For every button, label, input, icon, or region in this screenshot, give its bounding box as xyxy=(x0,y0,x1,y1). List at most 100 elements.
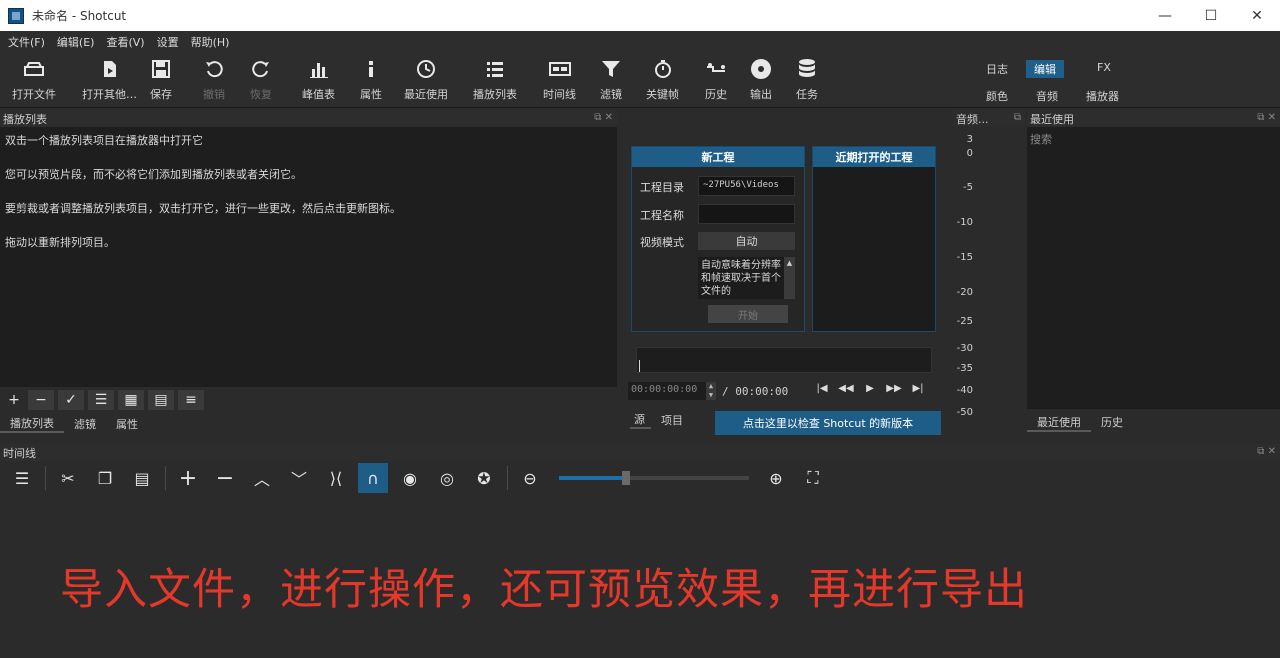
playlist-panel: 播放列表 ⧉ ✕ 双击一个播放列表项目在播放器中打开它 您可以预览片段，而不必将… xyxy=(0,110,617,435)
ripple-target-icon[interactable]: ◎ xyxy=(432,463,462,493)
meter-scale-label: -25 xyxy=(956,316,973,327)
zoom-slider-fill xyxy=(559,476,626,480)
layout-player[interactable]: 播放器 xyxy=(1086,88,1119,104)
tab-project[interactable]: 项目 xyxy=(651,412,693,428)
tab-source[interactable]: 源 xyxy=(630,411,651,429)
position-timecode-field[interactable]: 00:00:00:00 xyxy=(628,382,706,400)
panel-float-close-controls[interactable]: ⧉ xyxy=(1014,112,1021,123)
layout-logging[interactable]: 日志 xyxy=(986,61,1008,77)
tab-filters[interactable]: 滤镜 xyxy=(64,416,106,432)
project-name-field[interactable] xyxy=(698,204,795,224)
panel-float-close-controls[interactable]: ⧉ ✕ xyxy=(1257,112,1276,123)
overwrite-down-icon[interactable]: ﹀ xyxy=(284,463,314,493)
timeline-menu-icon[interactable]: ☰ xyxy=(7,463,37,493)
menu-file[interactable]: 文件(F) xyxy=(8,34,45,50)
scrub-eye-icon[interactable]: ◉ xyxy=(395,463,425,493)
maximize-button[interactable]: ☐ xyxy=(1188,0,1234,31)
filters-button[interactable]: 滤镜 xyxy=(600,58,622,102)
audio-meter-title: 音频... xyxy=(956,112,989,126)
remove-minus-icon[interactable]: − xyxy=(210,463,240,493)
jobs-button[interactable]: 任务 xyxy=(796,58,818,102)
play-icon[interactable]: ▶ xyxy=(858,383,882,394)
video-mode-description: 自动意味着分辨率和帧速取决于首个文件的 ▲▼ xyxy=(698,257,795,299)
rewind-icon[interactable]: ◀◀ xyxy=(834,383,858,394)
icons-view-button[interactable]: ▤ xyxy=(148,390,174,410)
description-scrollbar[interactable]: ▲▼ xyxy=(784,257,795,299)
filters-label: 滤镜 xyxy=(600,88,622,101)
panel-float-close-controls[interactable]: ⧉ ✕ xyxy=(594,112,613,123)
zoom-slider[interactable] xyxy=(559,471,749,485)
details-view-button[interactable]: ☰ xyxy=(88,390,114,410)
close-button[interactable]: ✕ xyxy=(1234,0,1280,31)
start-button[interactable]: 开始 xyxy=(708,305,788,323)
undo-button[interactable]: 撤销 xyxy=(203,58,225,102)
check-update-link[interactable]: 点击这里以检查 Shotcut 的新版本 xyxy=(715,411,941,435)
video-mode-select[interactable]: 自动 xyxy=(698,232,795,250)
add-clip-button[interactable]: + xyxy=(4,390,24,410)
tab-recent[interactable]: 最近使用 xyxy=(1027,414,1091,432)
properties-button[interactable]: 属性 xyxy=(360,58,382,102)
lift-up-icon[interactable]: ︿ xyxy=(247,463,277,493)
fast-forward-icon[interactable]: ▶▶ xyxy=(882,383,906,394)
filter-funnel-icon xyxy=(600,58,622,80)
meter-scale-label: 0 xyxy=(966,148,973,159)
remove-clip-button[interactable]: − xyxy=(28,390,54,410)
scrub-bar[interactable] xyxy=(636,347,932,373)
layout-audio[interactable]: 音频 xyxy=(1036,88,1058,104)
peak-meter-icon xyxy=(308,58,330,80)
save-button[interactable]: 保存 xyxy=(150,58,172,102)
recent-button[interactable]: 最近使用 xyxy=(404,58,448,102)
audio-meter-header: 音频... ⧉ xyxy=(953,110,1025,127)
project-folder-field[interactable]: ~27PU56\Videos xyxy=(698,176,795,196)
zoom-in-icon[interactable]: ⊕ xyxy=(761,463,791,493)
open-other-label: 打开其他… xyxy=(82,88,137,101)
skip-next-icon[interactable]: ▶| xyxy=(906,383,930,394)
playlist-list[interactable]: 双击一个播放列表项目在播放器中打开它 您可以预览片段，而不必将它们添加到播放列表… xyxy=(0,127,617,387)
panel-float-close-controls[interactable]: ⧉ ✕ xyxy=(1257,446,1276,457)
layout-fx[interactable]: FX xyxy=(1097,61,1111,74)
minimize-button[interactable]: — xyxy=(1142,0,1188,31)
zoom-slider-handle[interactable] xyxy=(621,471,630,485)
copy-icon[interactable]: ❐ xyxy=(90,463,120,493)
open-other-button[interactable]: 打开其他… xyxy=(82,58,137,102)
cut-scissors-icon[interactable]: ✂ xyxy=(53,463,83,493)
split-icon[interactable]: ⟩⟨ xyxy=(321,463,351,493)
zoom-out-icon[interactable]: ⊖ xyxy=(515,463,545,493)
recent-tabs: 最近使用 历史 xyxy=(1027,414,1133,432)
open-file-button[interactable]: 打开文件 xyxy=(12,58,56,102)
project-folder-label: 工程目录 xyxy=(640,181,684,194)
meter-scale-label: -50 xyxy=(956,407,973,418)
ripple-all-star-icon[interactable]: ✪ xyxy=(469,463,499,493)
snap-magnet-icon[interactable]: ∩ xyxy=(358,463,388,493)
recent-search-input[interactable]: 搜索 xyxy=(1030,131,1052,147)
layout-color[interactable]: 颜色 xyxy=(986,88,1008,104)
update-clip-button[interactable]: ✓ xyxy=(58,390,84,410)
menu-help[interactable]: 帮助(H) xyxy=(191,34,230,50)
timecode-spinner[interactable]: ▲ ▼ xyxy=(706,382,716,400)
append-plus-icon[interactable]: + xyxy=(173,463,203,493)
playlist-button[interactable]: 播放列表 xyxy=(473,58,517,102)
playlist-help-line: 要剪裁或者调整播放列表项目，双击打开它，进行一些更改，然后点击更新图标。 xyxy=(5,202,401,215)
keyframes-button[interactable]: 关键帧 xyxy=(646,58,679,102)
skip-previous-icon[interactable]: |◀ xyxy=(810,383,834,394)
timeline-button[interactable]: 时间线 xyxy=(543,58,576,102)
playlist-header: 播放列表 ⧉ ✕ xyxy=(0,110,617,127)
tab-history[interactable]: 历史 xyxy=(1091,414,1133,432)
paste-clipboard-icon[interactable]: ▤ xyxy=(127,463,157,493)
tiles-view-button[interactable]: ▦ xyxy=(118,390,144,410)
meter-scale-label: -40 xyxy=(956,385,973,396)
tab-playlist[interactable]: 播放列表 xyxy=(0,415,64,433)
history-button[interactable]: 历史 xyxy=(705,58,727,102)
layout-editing[interactable]: 编辑 xyxy=(1026,60,1064,78)
menu-settings[interactable]: 设置 xyxy=(157,34,179,50)
menu-edit[interactable]: 编辑(E) xyxy=(57,34,95,50)
recent-list[interactable]: 搜索 xyxy=(1027,127,1280,409)
peak-meter-button[interactable]: 峰值表 xyxy=(302,58,335,102)
playlist-menu-button[interactable]: ≡ xyxy=(178,390,204,410)
menu-view[interactable]: 查看(V) xyxy=(106,34,144,50)
redo-button[interactable]: 恢复 xyxy=(250,58,272,102)
timecode-area: 00:00:00:00 ▲ ▼ / 00:00:00 xyxy=(628,382,788,400)
tab-properties[interactable]: 属性 xyxy=(106,416,148,432)
export-button[interactable]: 输出 xyxy=(750,58,772,102)
zoom-fit-icon[interactable]: ⛶ xyxy=(798,463,828,493)
